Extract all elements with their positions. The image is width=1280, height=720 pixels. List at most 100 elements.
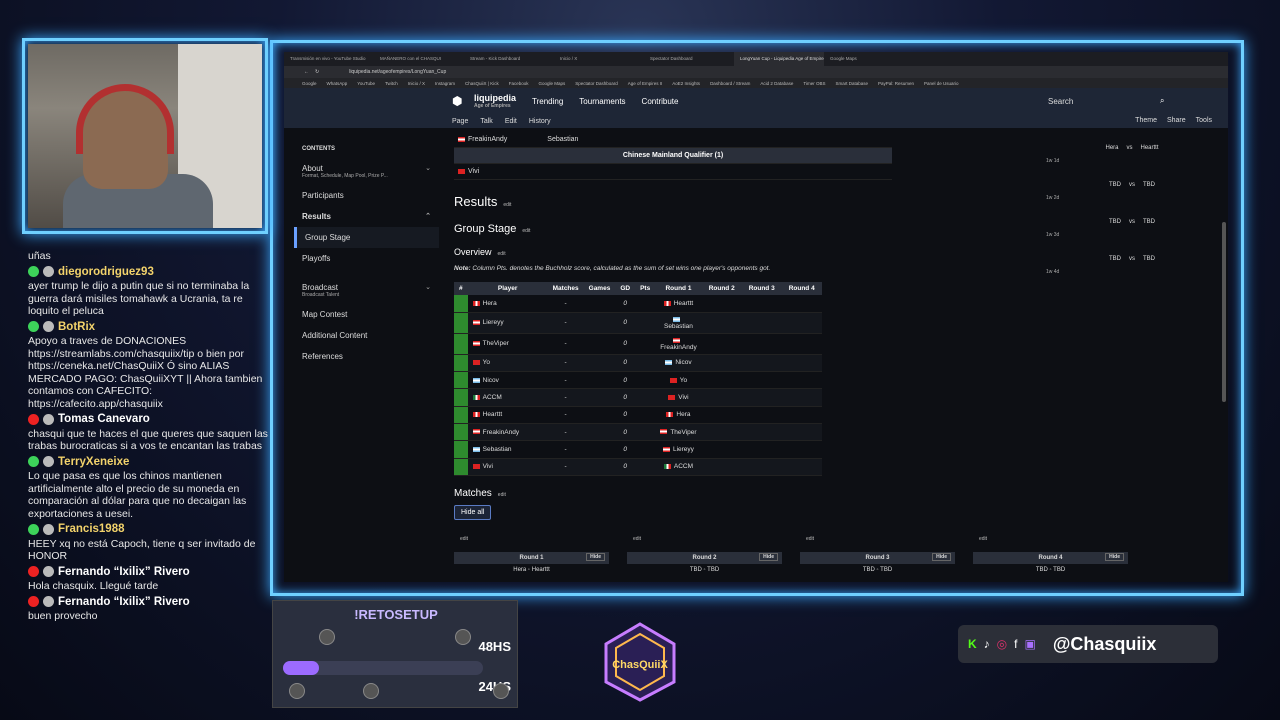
toc-group-stage[interactable]: Group Stage [294,227,439,248]
browser-tab[interactable]: Google Maps [824,52,914,66]
match-right-player[interactable]: TBD [1143,256,1155,262]
round-match-row[interactable]: TBD ◦ TBD [627,564,782,578]
hide-button[interactable]: Hide [932,553,951,561]
upcoming-match[interactable]: TBD vs TBD [1044,251,1220,269]
player-cell[interactable]: Hearttt [467,406,548,424]
browser-tab[interactable]: Inicio / X [554,52,644,66]
share-menu[interactable]: Share [1167,117,1186,124]
player-name[interactable]: Sebastian [483,446,512,453]
opponent-name[interactable]: Hearttt [674,300,694,307]
hide-button[interactable]: Hide [1105,553,1124,561]
hide-button[interactable]: Hide [586,553,605,561]
round1-cell[interactable]: ACCM [655,458,702,476]
round1-cell[interactable]: Sebastian [655,312,702,334]
round-match-row[interactable]: Hera ◦ Hearttt [454,564,609,578]
toc-map-contest[interactable]: Map Contest [294,304,439,325]
browser-tab[interactable]: MAÑANERO con el CHASQUI [374,52,464,66]
edit-link[interactable]: edit [498,251,506,257]
player-cell[interactable]: Nicov [467,371,548,390]
match-right-player[interactable]: TBD [1053,567,1065,573]
bookmark-item[interactable]: WhatsApp [327,81,348,86]
player-cell[interactable]: Liereyy [467,312,548,334]
upcoming-match[interactable]: TBD vs TBD [1044,177,1220,195]
bookmark-item[interactable]: AoE2 Insights [672,81,700,86]
match-left-player[interactable]: TBD [690,567,702,573]
toc-additional-content[interactable]: Additional Content [294,325,439,346]
bookmark-item[interactable]: Google Maps [538,81,565,86]
opponent-name[interactable]: Hera [676,411,690,418]
player-name[interactable]: Nicov [483,377,499,384]
opponent-name[interactable]: Liereyy [673,446,694,453]
liquipedia-logo[interactable]: liquipedia Age of Empires [474,93,516,109]
search-icon[interactable]: ⌕ [1160,96,1164,106]
match-right-player[interactable]: TBD [880,567,892,573]
edit-link[interactable]: edit [979,536,1128,542]
match-left-player[interactable]: Hera [1105,145,1118,151]
match-left-player[interactable]: TBD [1109,256,1121,262]
match-right-player[interactable]: Hearttt [532,567,550,573]
nav-contribute[interactable]: Contribute [642,97,679,106]
player-name[interactable]: Hera [483,300,497,307]
bookmark-item[interactable]: Inicio / X [408,81,425,86]
round1-cell[interactable]: Liereyy [655,440,702,459]
browser-tab[interactable]: LongYuan Cup - Liquipedia Age of Empires [734,52,824,66]
tab-history[interactable]: History [529,118,551,125]
address-bar[interactable]: ← ↻ liquipedia.net/ageofempires/LongYuan… [284,66,1228,78]
player-cell[interactable]: Yo [467,354,548,373]
player-name[interactable]: Liereyy [483,319,504,326]
bookmark-item[interactable]: Panel de Usuario [924,81,959,86]
bookmark-item[interactable]: Acid 2 Database [760,81,793,86]
bookmark-item[interactable]: Timer OBS [803,81,825,86]
opponent-name[interactable]: ACCM [674,463,693,470]
url-text[interactable]: liquipedia.net/ageofempires/LongYuan_Cup [349,69,446,75]
player-name[interactable]: ACCM [483,394,502,401]
liquipedia-logo-icon[interactable]: ⬢ [452,94,462,108]
tools-menu[interactable]: Tools [1196,117,1212,124]
edit-link[interactable]: edit [460,536,609,542]
reload-icon[interactable]: ↻ [315,69,319,75]
player-cell[interactable]: Sebastian [467,440,548,459]
bookmark-item[interactable]: Smart Database [835,81,868,86]
browser-tab[interactable]: Stream - Kick Dashboard [464,52,554,66]
hide-button[interactable]: Hide [759,553,778,561]
chevron-down-icon[interactable]: ⌄ [425,283,431,291]
match-left-player[interactable]: TBD [1109,219,1121,225]
round1-cell[interactable]: Nicov [655,354,702,373]
bookmark-item[interactable]: YouTube [357,81,375,86]
match-right-player[interactable]: TBD [1143,182,1155,188]
edit-link[interactable]: edit [522,228,530,234]
round1-cell[interactable]: TheViper [655,423,702,442]
player-cell[interactable]: Hera [467,295,548,313]
edit-link[interactable]: edit [806,536,955,542]
opponent-name[interactable]: Vivi [678,394,688,401]
bookmark-item[interactable]: Facebook [509,81,529,86]
bookmark-item[interactable]: Instagram [435,81,455,86]
round1-cell[interactable]: Hera [655,406,702,424]
toc-participants[interactable]: Participants [294,185,439,206]
edit-link[interactable]: edit [503,202,511,208]
nav-trending[interactable]: Trending [532,97,563,106]
chevron-down-icon[interactable]: ⌄ [425,164,431,172]
round1-cell[interactable]: Hearttt [655,295,702,313]
bookmark-item[interactable]: ChasQuiiX | Kick [465,81,499,86]
tab-talk[interactable]: Talk [480,118,492,125]
bookmark-item[interactable]: Age of Empires II [628,81,663,86]
round1-cell[interactable]: FreakinAndy [655,333,702,355]
back-icon[interactable]: ← [304,69,309,75]
player-name[interactable]: Yo [483,359,490,366]
match-left-player[interactable]: Hera [513,567,526,573]
round1-cell[interactable]: Vivi [655,388,702,407]
round-match-row[interactable]: TBD ◦ TBD [800,564,955,578]
tab-edit[interactable]: Edit [505,118,517,125]
nav-tournaments[interactable]: Tournaments [579,97,625,106]
player-cell[interactable]: FreakinAndy [467,423,548,442]
match-right-player[interactable]: TBD [1143,219,1155,225]
edit-link[interactable]: edit [633,536,782,542]
match-left-player[interactable]: TBD [863,567,875,573]
tab-page[interactable]: Page [452,118,468,125]
toc-playoffs[interactable]: Playoffs [294,248,439,269]
player-name[interactable]: TheViper [483,340,509,347]
opponent-name[interactable]: Nicov [675,359,691,366]
upcoming-match[interactable]: Hera vs Hearttt [1044,140,1220,158]
bookmark-item[interactable]: PayPal: Resumen [878,81,914,86]
